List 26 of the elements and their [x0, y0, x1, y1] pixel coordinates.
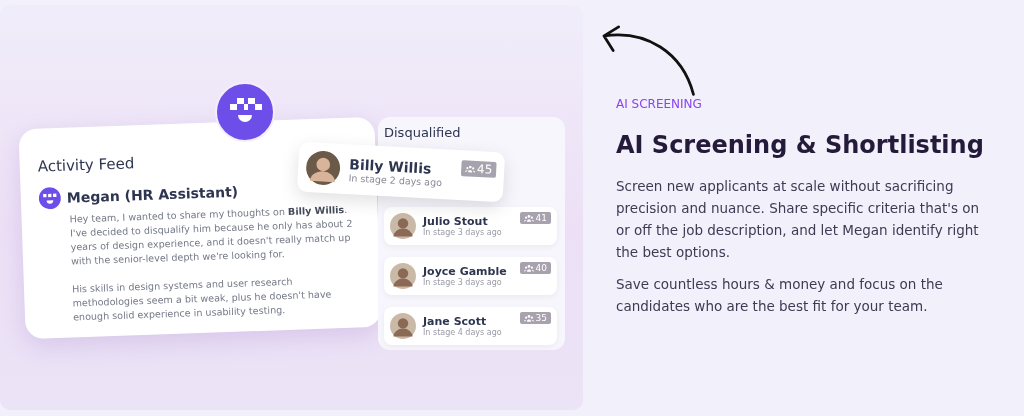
candidate-name: Jane Scott	[423, 315, 488, 328]
stage-time: In stage 4 days ago	[423, 328, 503, 337]
avatar-icon	[390, 313, 416, 339]
candidate-card[interactable]: Joyce Gamble In stage 3 days ago 40	[384, 257, 557, 295]
author-name: Megan (HR Assistant)	[66, 183, 239, 206]
smiley-logo-icon	[38, 186, 62, 210]
stage-time: In stage 3 days ago	[423, 228, 503, 237]
section-eyebrow: AI SCREENING	[616, 97, 703, 111]
avatar-icon	[390, 213, 416, 239]
score-badge: 40	[519, 262, 551, 274]
score-badge: 35	[519, 312, 551, 324]
score-badge: 41	[519, 212, 551, 224]
card-title: Activity Feed	[37, 154, 135, 176]
candidate-card[interactable]: Jane Scott In stage 4 days ago 35	[384, 307, 557, 345]
avatar-icon	[305, 150, 341, 186]
candidate-card[interactable]: Julio Stout In stage 3 days ago 41	[384, 207, 557, 245]
message-paragraph: His skills in design systems and user research methodologies seem a bit weak, plus he doesn't have enough solid experience in usability testing.	[71, 274, 333, 325]
panel-title: Disqualified	[384, 125, 462, 140]
avatar-icon	[390, 263, 416, 289]
section-paragraph: Screen new applicants at scale without sacrificing precision and nuance. Share specific criteria that's on or off the job description, and let Megan identify right the best options.	[616, 177, 981, 262]
section-paragraph: Save countless hours & money and focus on the candidates who are the best fit for your team.	[616, 275, 944, 316]
candidate-name: Joyce Gamble	[423, 265, 508, 278]
section-title: AI Screening & Shortlisting	[616, 131, 985, 159]
stage-time: In stage 3 days ago	[423, 278, 503, 287]
candidate-name: Julio Stout	[423, 215, 489, 228]
score-badge: 45	[460, 160, 497, 178]
